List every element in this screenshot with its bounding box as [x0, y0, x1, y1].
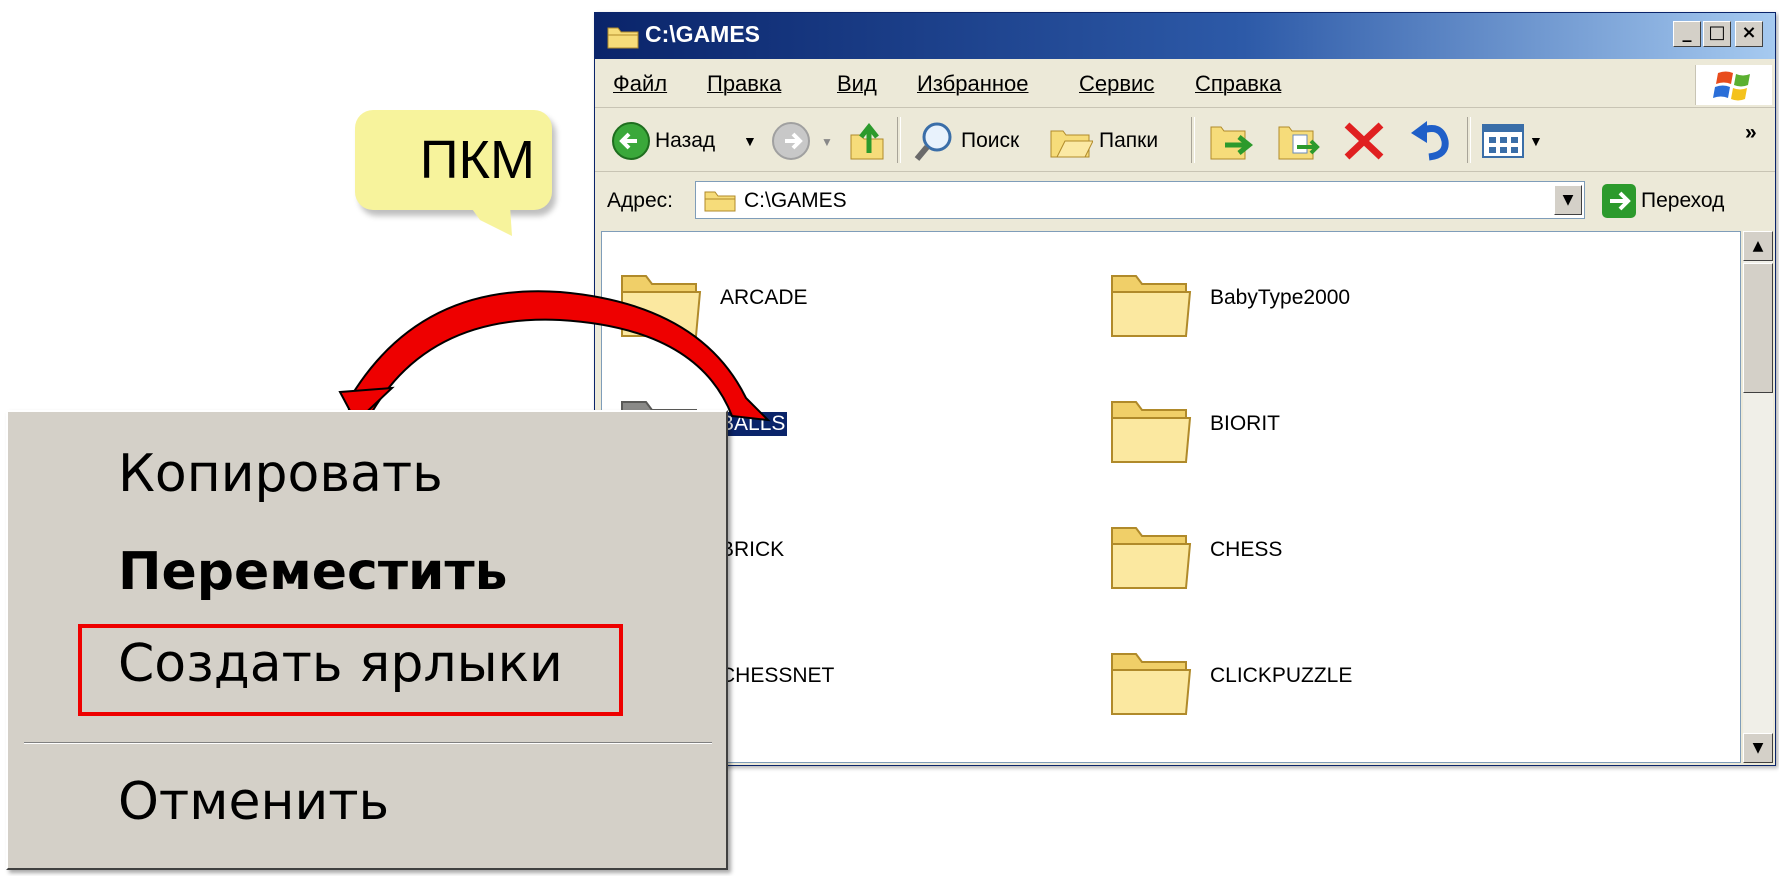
menu-item-copy[interactable]: Копировать — [118, 444, 443, 504]
menu-item-cancel[interactable]: Отменить — [118, 772, 389, 832]
context-menu: Копировать Переместить Создать ярлыки От… — [6, 410, 728, 870]
menu-separator — [24, 742, 712, 744]
menu-item-create-shortcut[interactable]: Создать ярлыки — [118, 634, 563, 694]
menu-item-move[interactable]: Переместить — [118, 542, 507, 602]
